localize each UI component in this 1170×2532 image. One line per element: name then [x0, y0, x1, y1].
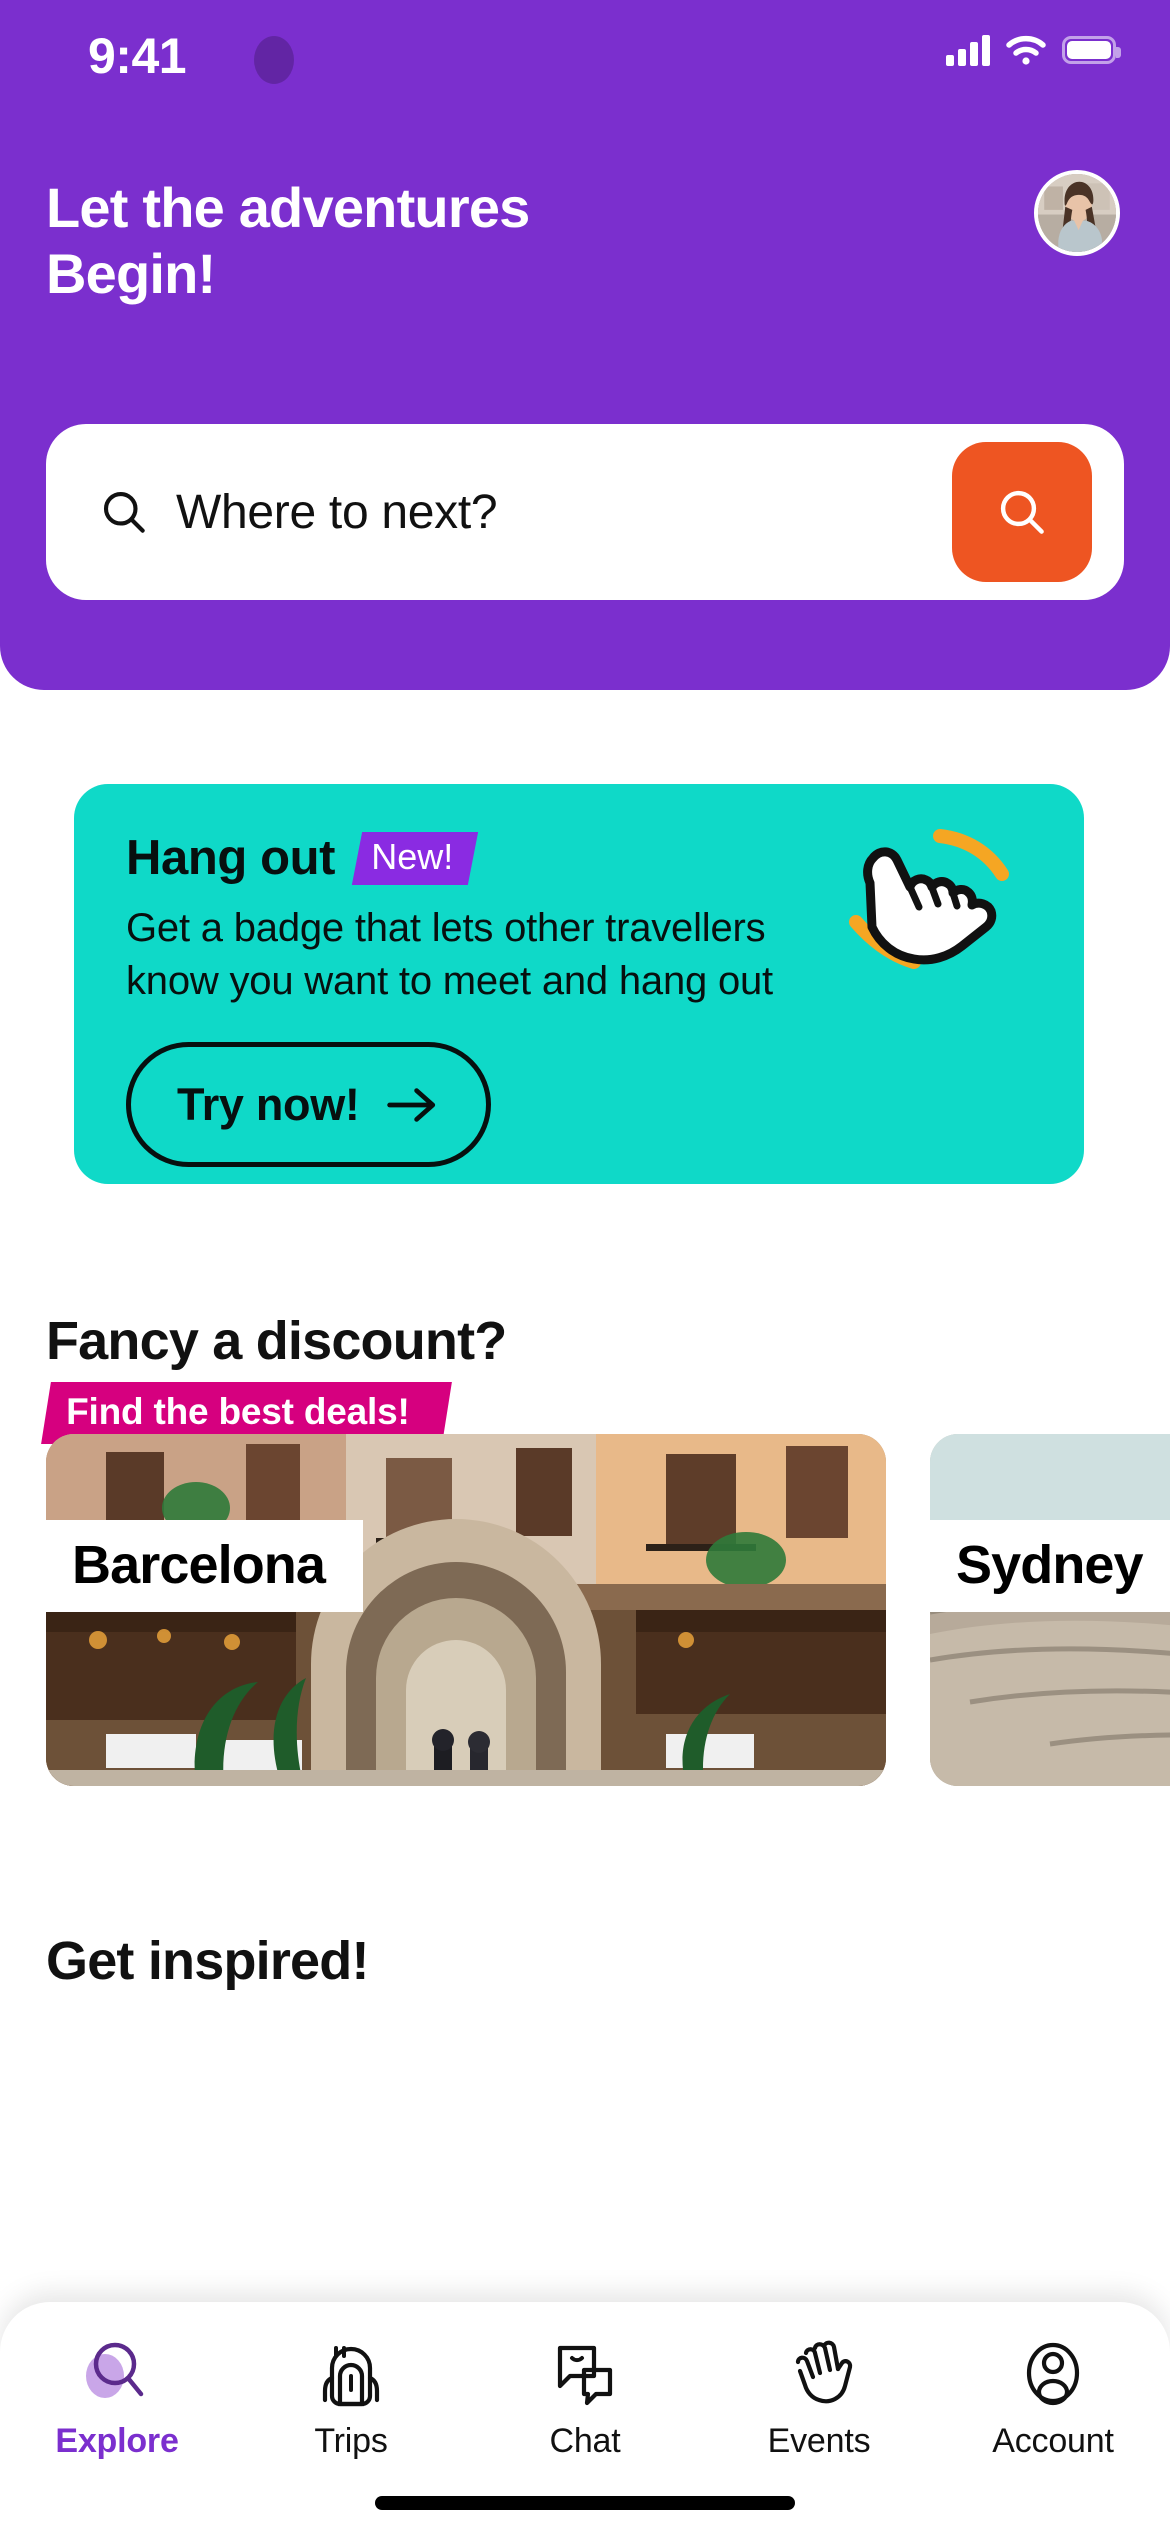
tab-account[interactable]: Account [953, 2336, 1153, 2461]
tab-label: Explore [55, 2422, 179, 2460]
city-card-sydney[interactable]: Sydney [930, 1434, 1170, 1786]
tab-chat[interactable]: Chat [485, 2336, 685, 2461]
search-icon [103, 491, 145, 533]
hangout-description: Get a badge that lets other travellers k… [126, 906, 773, 1004]
city-card-barcelona[interactable]: Barcelona [46, 1434, 886, 1786]
tab-label: Events [767, 2422, 871, 2460]
city-name: Barcelona [72, 1535, 326, 1595]
hangout-title: Hang out [126, 831, 336, 885]
tab-label: Chat [549, 2422, 621, 2460]
hangout-heading-row: Hang out New! [126, 830, 479, 886]
tab-label: Trips [314, 2422, 388, 2460]
magnifier-icon [78, 2336, 156, 2410]
arrow-right-icon [386, 1087, 435, 1122]
home-indicator [375, 2496, 795, 2510]
signal-bars-icon [946, 34, 990, 66]
person-circle-icon [1014, 2336, 1092, 2410]
inspired-section-title: Get inspired! [46, 1931, 369, 1991]
tab-trips[interactable]: Trips [251, 2336, 451, 2461]
new-badge: New! [351, 831, 479, 885]
app-screen: 9:41 Let the adventures Begin! Where to … [0, 0, 1170, 2532]
try-now-button[interactable]: Try now! [126, 1042, 491, 1167]
tab-label: Account [992, 2422, 1114, 2460]
search-submit-button[interactable] [952, 442, 1092, 582]
find-best-deals-label: Find the best deals! [66, 1391, 410, 1432]
city-cards-rail[interactable]: Barcelona Sydney [0, 1434, 1170, 1864]
status-bar: 9:41 [0, 0, 1170, 100]
search-bar[interactable] [46, 424, 1124, 600]
tab-events[interactable]: Events [719, 2336, 919, 2461]
backpack-icon [312, 2336, 390, 2410]
main-content: Hang out New! Get a badge that lets othe… [0, 690, 1170, 2532]
search-icon [1000, 490, 1044, 534]
status-bar-indicators [946, 34, 1121, 66]
shaka-hand-icon [836, 802, 1046, 1002]
discount-section-title: Fancy a discount? [46, 1311, 507, 1371]
page-title: Let the adventures Begin! [46, 176, 530, 305]
status-bar-time: 9:41 [88, 28, 187, 84]
try-now-label: Try now! [177, 1078, 360, 1130]
wifi-icon [1006, 36, 1046, 65]
waving-hands-icon [780, 2336, 858, 2410]
city-name: Sydney [956, 1535, 1144, 1595]
hangout-promo-card[interactable]: Hang out New! Get a badge that lets othe… [74, 784, 1084, 1184]
bottom-tab-bar: Explore Trips Chat Events Account [0, 2302, 1170, 2532]
new-badge-label: New! [371, 835, 454, 877]
dynamic-island [254, 36, 294, 84]
tab-explore[interactable]: Explore [17, 2336, 217, 2461]
chat-bubbles-icon [546, 2336, 624, 2410]
search-input[interactable] [176, 484, 952, 540]
purple-header: 9:41 Let the adventures Begin! [0, 0, 1170, 690]
city-card-label: Barcelona [46, 1520, 364, 1612]
avatar[interactable] [1034, 170, 1120, 256]
battery-icon [1062, 36, 1121, 64]
city-card-label: Sydney [930, 1520, 1170, 1612]
